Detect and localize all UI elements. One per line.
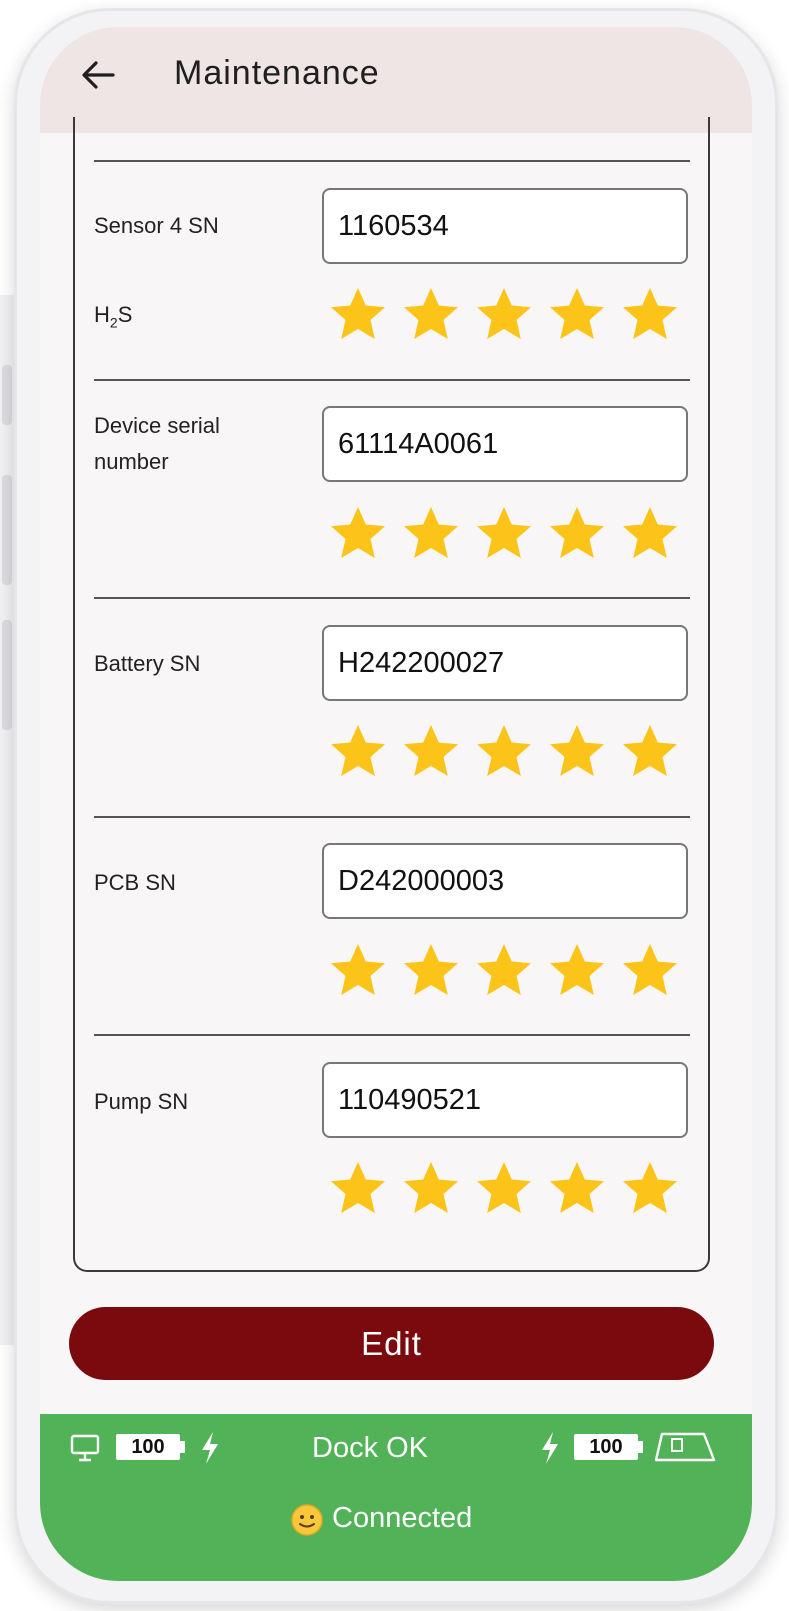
star-icon[interactable]	[620, 504, 680, 564]
star-icon[interactable]	[547, 504, 607, 564]
battery-icon	[180, 1441, 185, 1453]
star-icon[interactable]	[474, 722, 534, 782]
star-icon[interactable]	[474, 941, 534, 1001]
device-serial-label-line1: Device serial	[94, 413, 220, 438]
status-bar: 100 Dock OK 100 Connected	[40, 1414, 752, 1581]
divider	[94, 1034, 690, 1036]
star-icon[interactable]	[328, 1159, 388, 1219]
star-icon[interactable]	[401, 941, 461, 1001]
star-icon[interactable]	[547, 1159, 607, 1219]
star-icon[interactable]	[328, 285, 388, 345]
star-icon[interactable]	[401, 504, 461, 564]
battery-rating	[328, 722, 680, 782]
phone-frame: Maintenance Sensor 4 SN 1160534 H2S Devi…	[14, 8, 778, 1604]
star-icon[interactable]	[547, 285, 607, 345]
star-icon[interactable]	[547, 941, 607, 1001]
page-title: Maintenance	[174, 54, 380, 92]
star-icon[interactable]	[620, 1159, 680, 1219]
app-screen: Maintenance Sensor 4 SN 1160534 H2S Devi…	[40, 27, 752, 1581]
smiley-icon	[291, 1504, 323, 1536]
device-serial-field[interactable]: 61114A0061	[322, 406, 688, 482]
dock-status: Dock OK	[312, 1432, 429, 1464]
edit-button[interactable]: Edit	[69, 1307, 714, 1380]
battery-icon	[638, 1441, 643, 1453]
pump-rating	[328, 1159, 680, 1219]
star-icon[interactable]	[474, 504, 534, 564]
star-icon[interactable]	[474, 285, 534, 345]
device-serial-label-line2: number	[94, 449, 169, 474]
divider	[94, 379, 690, 381]
dock-icon	[654, 1432, 716, 1462]
charging-bolt-icon	[202, 1432, 218, 1464]
divider	[94, 160, 690, 162]
charging-bolt-icon	[542, 1432, 558, 1464]
star-icon[interactable]	[328, 941, 388, 1001]
sensor-4-sn-label: Sensor 4 SN	[94, 213, 219, 238]
star-icon[interactable]	[547, 722, 607, 782]
background-side-button	[2, 475, 12, 585]
connection-status: Connected	[332, 1502, 473, 1534]
sensor-4-rating	[328, 285, 680, 345]
battery-sn-label: Battery SN	[94, 651, 201, 676]
star-icon[interactable]	[620, 285, 680, 345]
pcb-sn-field[interactable]: D242000003	[322, 843, 688, 919]
pump-sn-label: Pump SN	[94, 1089, 189, 1114]
star-icon[interactable]	[620, 941, 680, 1001]
device-battery-level: 100	[574, 1434, 638, 1460]
monitor-battery-level: 100	[116, 1434, 180, 1460]
star-icon[interactable]	[401, 1159, 461, 1219]
divider	[94, 597, 690, 599]
pcb-sn-label: PCB SN	[94, 870, 176, 895]
pcb-rating	[328, 941, 680, 1001]
gas-type-label: H2S	[94, 302, 133, 331]
sensor-4-sn-field[interactable]: 1160534	[322, 188, 688, 264]
star-icon[interactable]	[474, 1159, 534, 1219]
battery-sn-field[interactable]: H242200027	[322, 625, 688, 701]
star-icon[interactable]	[620, 722, 680, 782]
background-side-button	[2, 365, 12, 425]
star-icon[interactable]	[328, 722, 388, 782]
back-arrow-icon[interactable]	[80, 57, 116, 93]
monitor-icon	[70, 1434, 100, 1462]
pump-sn-field[interactable]: 110490521	[322, 1062, 688, 1138]
divider	[94, 816, 690, 818]
star-icon[interactable]	[401, 285, 461, 345]
star-icon[interactable]	[401, 722, 461, 782]
device-serial-rating	[328, 504, 680, 564]
background-side-button	[2, 620, 12, 730]
star-icon[interactable]	[328, 504, 388, 564]
